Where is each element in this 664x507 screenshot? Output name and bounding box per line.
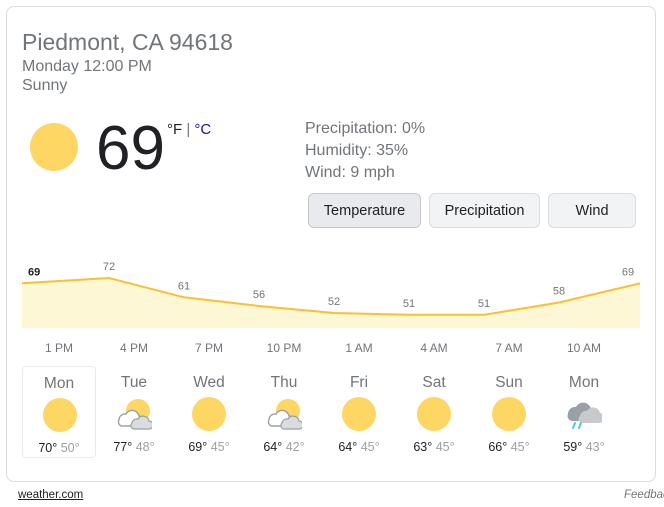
forecast-low: 42° (285, 440, 305, 454)
humidity-stat: Humidity: 35% (305, 142, 409, 159)
forecast-low: 50° (60, 441, 80, 455)
forecast-day-thu[interactable]: Thu 64° 42° (247, 366, 321, 458)
forecast-high: 77° (113, 440, 133, 454)
chart-time-label: 4 PM (119, 341, 149, 355)
forecast-temps: 70° 50° (23, 441, 95, 455)
weather-stats: Precipitation: 0% Humidity: 35% Wind: 9 … (305, 118, 425, 184)
forecast-low: 45° (435, 440, 455, 454)
forecast-low: 48° (135, 440, 155, 454)
partly-cloudy-icon (266, 396, 304, 432)
chart-time-label: 1 AM (345, 341, 373, 355)
forecast-temps: 69° 45° (172, 440, 246, 454)
sunny-icon (42, 397, 78, 433)
forecast-temps: 63° 45° (397, 440, 471, 454)
wind-stat: Wind: 9 mph (305, 164, 395, 181)
chart-time-label: 4 AM (420, 341, 448, 355)
forecast-day-name: Fri (349, 374, 369, 391)
sunny-icon (416, 396, 452, 432)
chart-data-label: 56 (253, 289, 265, 301)
sunny-icon (191, 396, 227, 432)
chart-time-labels: 1 PM 4 PM 7 PM 10 PM 1 AM 4 AM 7 AM 10 AM (22, 341, 640, 357)
chart-data-label: 51 (478, 298, 490, 310)
chart-time-label: 1 PM (44, 341, 74, 355)
forecast-high: 66° (488, 440, 508, 454)
chart-data-label: 51 (403, 298, 415, 310)
tab-wind[interactable]: Wind (548, 193, 636, 228)
precipitation-stat: Precipitation: 0% (305, 120, 426, 137)
forecast-temps: 77° 48° (97, 440, 171, 454)
temperature-chart: 69 72 61 56 52 51 51 58 69 (22, 261, 640, 328)
sunny-icon (30, 123, 78, 171)
forecast-day-name: Thu (270, 374, 298, 391)
chart-data-label: 52 (328, 296, 340, 308)
feedback-link[interactable]: Feedback (624, 489, 664, 501)
forecast-day-name: Mon (43, 375, 75, 392)
forecast-day-mon-next[interactable]: Mon 59° 43° (547, 366, 621, 458)
forecast-day-name: Tue (120, 374, 148, 391)
forecast-temps: 64° 45° (322, 440, 396, 454)
unit-celsius[interactable]: °C (194, 121, 211, 138)
chart-time-label: 7 PM (194, 341, 224, 355)
forecast-high: 64° (263, 440, 283, 454)
unit-separator: | (186, 121, 191, 138)
rain-icon (566, 396, 605, 432)
forecast-low: 45° (360, 440, 380, 454)
unit-toggle: °F | °C (167, 121, 211, 138)
forecast-temps: 64° 42° (247, 440, 321, 454)
date-time: Monday 12:00 PM (22, 58, 152, 75)
forecast-day-name: Mon (568, 374, 600, 391)
forecast-day-fri[interactable]: Fri 64° 45° (322, 366, 396, 458)
forecast-low: 43° (585, 440, 605, 454)
chart-data-label: 58 (553, 286, 565, 298)
forecast-temps: 59° 43° (547, 440, 621, 454)
daily-forecast: Mon 70° 50° Tue 77° 48° Wed 69° 45° Thu 64° 42°… (22, 366, 640, 458)
forecast-high: 70° (38, 441, 58, 455)
tab-precipitation[interactable]: Precipitation (429, 193, 540, 228)
chart-data-label: 72 (103, 261, 115, 273)
chart-time-label: 10 AM (566, 341, 602, 355)
forecast-day-mon[interactable]: Mon 70° 50° (22, 366, 96, 458)
chart-data-label: 69 (622, 266, 634, 278)
partly-cloudy-icon (116, 396, 154, 432)
current-temperature: 69 (96, 114, 165, 183)
sunny-icon (341, 396, 377, 432)
forecast-day-name: Sat (422, 374, 446, 391)
forecast-high: 64° (338, 440, 358, 454)
unit-fahrenheit[interactable]: °F (167, 121, 182, 138)
forecast-day-sat[interactable]: Sat 63° 45° (397, 366, 471, 458)
chart-time-label: 10 PM (266, 341, 302, 355)
forecast-low: 45° (510, 440, 530, 454)
forecast-temps: 66° 45° (472, 440, 546, 454)
forecast-day-sun[interactable]: Sun 66° 45° (472, 366, 546, 458)
forecast-day-wed[interactable]: Wed 69° 45° (172, 366, 246, 458)
chart-data-label: 69 (28, 266, 40, 278)
forecast-high: 63° (413, 440, 433, 454)
forecast-day-name: Wed (193, 374, 225, 391)
forecast-low: 45° (210, 440, 230, 454)
sunny-icon (491, 396, 527, 432)
forecast-day-name: Sun (495, 374, 523, 391)
chart-data-label: 61 (178, 280, 190, 292)
chart-time-label: 7 AM (495, 341, 523, 355)
forecast-day-tue[interactable]: Tue 77° 48° (97, 366, 171, 458)
forecast-high: 59° (563, 440, 583, 454)
location-title: Piedmont, CA 94618 (22, 29, 233, 55)
condition-text: Sunny (22, 77, 68, 94)
tab-temperature[interactable]: Temperature (308, 193, 421, 228)
source-link[interactable]: weather.com (18, 489, 83, 501)
forecast-high: 69° (188, 440, 208, 454)
